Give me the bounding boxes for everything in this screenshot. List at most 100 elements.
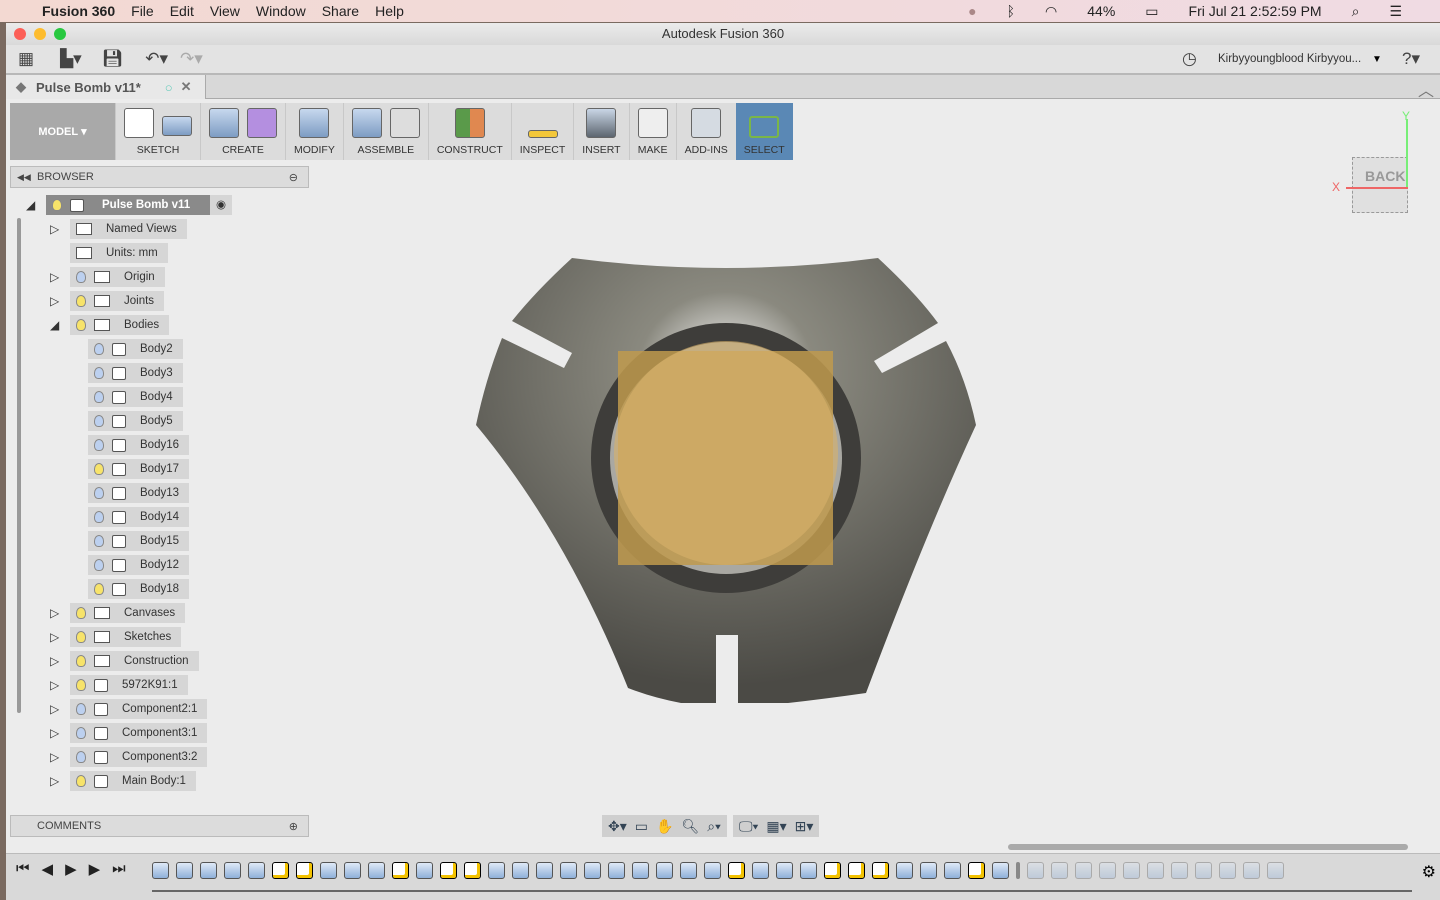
visibility-bulb-icon[interactable] [94,559,104,571]
measure-icon[interactable] [527,130,558,138]
extrude-icon[interactable] [209,108,239,138]
insert-image-icon[interactable] [586,108,617,138]
undo-icon[interactable]: ↶▾ [145,49,168,69]
rectangle-icon[interactable] [162,116,192,136]
new-component-icon[interactable] [351,108,382,138]
help-icon[interactable]: ?▾ [1402,49,1420,69]
timeline-shell-icon[interactable] [920,862,937,879]
create-menu[interactable]: CREATE [200,103,285,160]
expanded-arrow-icon[interactable]: ◢ [50,318,62,332]
timeline-marker[interactable] [1016,862,1020,879]
visibility-bulb-icon[interactable] [76,679,86,691]
clock[interactable]: Fri Jul 21 2:52:59 PM [1189,3,1322,19]
document-tab[interactable]: ◆ Pulse Bomb v11* ○ ✕ [6,75,206,99]
step-back-icon[interactable]: ◀ [42,860,54,878]
offset-plane-icon[interactable] [454,108,485,138]
viewports-icon[interactable]: ⊞▾ [795,818,814,835]
zoom-icon[interactable]: 🔍︎ [681,818,699,835]
timeline-sketch-icon[interactable] [296,862,313,879]
visibility-bulb-icon[interactable] [94,487,104,499]
timeline-split-icon[interactable] [992,862,1009,879]
visibility-bulb-icon[interactable] [76,319,86,331]
press-pull-icon[interactable] [299,108,330,138]
close-tab-icon[interactable]: ✕ [181,79,192,95]
activate-radio-icon[interactable]: ◉ [210,195,232,215]
timeline-revolve-icon[interactable] [512,862,529,879]
visibility-bulb-icon[interactable] [76,295,86,307]
timeline-sketch-icon[interactable] [728,862,745,879]
visibility-bulb-icon[interactable] [76,703,86,715]
collapsed-arrow-icon[interactable]: ▷ [50,678,62,692]
visibility-bulb-icon[interactable] [76,607,86,619]
visibility-bulb-icon[interactable] [94,415,104,427]
collapsed-arrow-icon[interactable]: ▷ [50,294,62,308]
zoom-window-button[interactable] [54,28,66,40]
insert-menu[interactable]: INSERT [573,103,628,160]
timeline-align-icon[interactable] [632,862,649,879]
timeline-sketch-icon[interactable] [1171,862,1188,879]
timeline-sketch-icon[interactable] [872,862,889,879]
go-to-start-icon[interactable]: ⏮ [16,860,30,878]
job-status-clock-icon[interactable]: ◷ [1182,49,1197,69]
notification-center-icon[interactable]: ☰ [1389,3,1402,20]
timeline-extrude-icon[interactable] [176,862,193,879]
browser-panel-header[interactable]: ◀◀ BROWSER ⊖ [10,166,309,188]
collapse-ribbon-icon[interactable]: ︿ [1418,77,1434,101]
timeline-sketch-icon[interactable] [272,862,289,879]
menu-app[interactable]: Fusion 360 [42,3,115,19]
menu-help[interactable]: Help [375,3,404,19]
timeline-combine-icon[interactable] [536,862,553,879]
assemble-menu[interactable]: ASSEMBLE [342,103,428,160]
grid-icon[interactable]: ▦▾ [766,818,786,835]
menu-share[interactable]: Share [322,3,359,19]
comments-panel[interactable]: COMMENTS ⊕ [10,815,309,837]
timeline-move-icon[interactable] [1051,862,1068,879]
notification-icon[interactable]: ● [968,3,976,19]
visibility-bulb-icon[interactable] [76,727,86,739]
make-menu[interactable]: MAKE [628,103,676,160]
add-comment-icon[interactable]: ⊕ [289,820,298,833]
timeline-revolve-icon[interactable] [416,862,433,879]
redo-icon[interactable]: ↷▾ [180,49,203,69]
user-menu[interactable]: Kirbyyoungblood Kirbyyou... [1218,53,1361,65]
visibility-bulb-icon[interactable] [76,655,86,667]
user-dropdown-icon[interactable]: ▼ [1372,54,1382,65]
menu-edit[interactable]: Edit [170,3,194,19]
viewcube[interactable]: BACK [1352,157,1408,213]
visibility-bulb-icon[interactable] [94,535,104,547]
browser-scrollbar[interactable] [17,218,21,713]
display-settings-icon[interactable]: 🖵︎▾ [739,818,758,835]
visibility-bulb-icon[interactable] [76,775,86,787]
go-to-end-icon[interactable]: ⏭ [112,860,126,878]
timeline-extrude-icon[interactable] [1147,862,1164,879]
construct-menu[interactable]: CONSTRUCT [427,103,511,160]
timeline-revolve-icon[interactable] [320,862,337,879]
battery-percent[interactable]: 44% [1087,3,1115,19]
3d-print-icon[interactable] [637,108,668,138]
orbit-icon[interactable]: ✥▾ [608,818,627,835]
timeline-canvas-icon[interactable] [1243,862,1260,879]
menu-window[interactable]: Window [256,3,306,19]
bluetooth-icon[interactable]: ᛒ [1007,3,1015,19]
create-sketch-icon[interactable] [124,108,154,138]
visibility-bulb-icon[interactable] [94,367,104,379]
menu-file[interactable]: File [131,3,154,19]
file-menu-icon[interactable]: ▙▾ [60,49,82,69]
timeline-combine-icon[interactable] [1219,862,1236,879]
timeline-combine-icon[interactable] [656,862,673,879]
viewport-model[interactable] [446,203,1006,703]
timeline-move-icon[interactable] [560,862,577,879]
timeline-sketch-icon[interactable] [1123,862,1140,879]
sphere-body[interactable] [614,341,838,565]
select-icon[interactable] [749,116,780,138]
timeline-split-icon[interactable] [944,862,961,879]
timeline-fillet-icon[interactable] [704,862,721,879]
timeline-move-icon[interactable] [1267,862,1284,879]
visibility-bulb-icon[interactable] [94,391,104,403]
visibility-bulb-icon[interactable] [94,583,104,595]
viewport-scrollbar[interactable] [1008,844,1408,850]
timeline-combine-icon[interactable] [776,862,793,879]
collapsed-arrow-icon[interactable]: ▷ [50,654,62,668]
visibility-bulb-icon[interactable] [76,751,86,763]
timeline-sketch-icon[interactable] [392,862,409,879]
